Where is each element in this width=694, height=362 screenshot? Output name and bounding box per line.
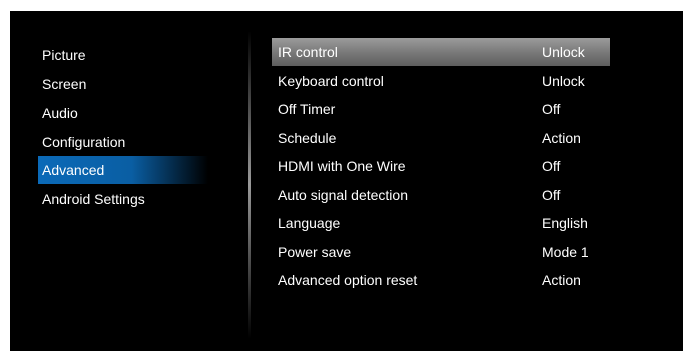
setting-value: Off (542, 101, 561, 117)
setting-label: Language (278, 215, 341, 231)
setting-row-power-save[interactable]: Power save Mode 1 (272, 238, 610, 266)
menu-item-label: Screen (42, 76, 87, 92)
setting-label: Advanced option reset (278, 272, 418, 288)
menu-item-android-settings[interactable]: Android Settings (38, 185, 208, 213)
menu-divider (248, 31, 251, 339)
menu-item-label: Audio (42, 105, 78, 121)
setting-value: Unlock (542, 73, 585, 89)
menu-item-label: Picture (42, 47, 86, 63)
setting-label: Auto signal detection (278, 187, 408, 203)
setting-row-advanced-option-reset[interactable]: Advanced option reset Action (272, 266, 610, 294)
setting-value: Unlock (542, 44, 585, 60)
setting-value: English (542, 215, 588, 231)
setting-row-language[interactable]: Language English (272, 209, 610, 237)
menu-item-label: Android Settings (42, 191, 145, 207)
setting-value: Off (542, 187, 561, 203)
setting-label: Off Timer (278, 101, 336, 117)
menu-item-label: Configuration (42, 134, 126, 150)
setting-row-ir-control[interactable]: IR control Unlock (272, 38, 610, 66)
osd-screen: Picture Screen Audio Configuration Advan… (10, 11, 683, 351)
setting-value: Action (542, 130, 581, 146)
setting-label: Schedule (278, 130, 337, 146)
setting-label: HDMI with One Wire (278, 158, 406, 174)
setting-value: Action (542, 272, 581, 288)
setting-label: Power save (278, 244, 352, 260)
menu-item-label: Advanced (42, 162, 105, 178)
setting-row-hdmi-one-wire[interactable]: HDMI with One Wire Off (272, 152, 610, 180)
setting-row-keyboard-control[interactable]: Keyboard control Unlock (272, 67, 610, 95)
setting-value: Off (542, 158, 561, 174)
setting-row-schedule[interactable]: Schedule Action (272, 124, 610, 152)
setting-label: Keyboard control (278, 73, 384, 89)
menu-item-picture[interactable]: Picture (38, 41, 208, 69)
menu-item-configuration[interactable]: Configuration (38, 128, 208, 156)
setting-row-auto-signal-detection[interactable]: Auto signal detection Off (272, 181, 610, 209)
setting-row-off-timer[interactable]: Off Timer Off (272, 95, 610, 123)
setting-label: IR control (278, 44, 338, 60)
menu-item-advanced[interactable]: Advanced (38, 156, 208, 184)
menu-item-audio[interactable]: Audio (38, 99, 208, 127)
menu-item-screen[interactable]: Screen (38, 70, 208, 98)
setting-value: Mode 1 (542, 244, 589, 260)
